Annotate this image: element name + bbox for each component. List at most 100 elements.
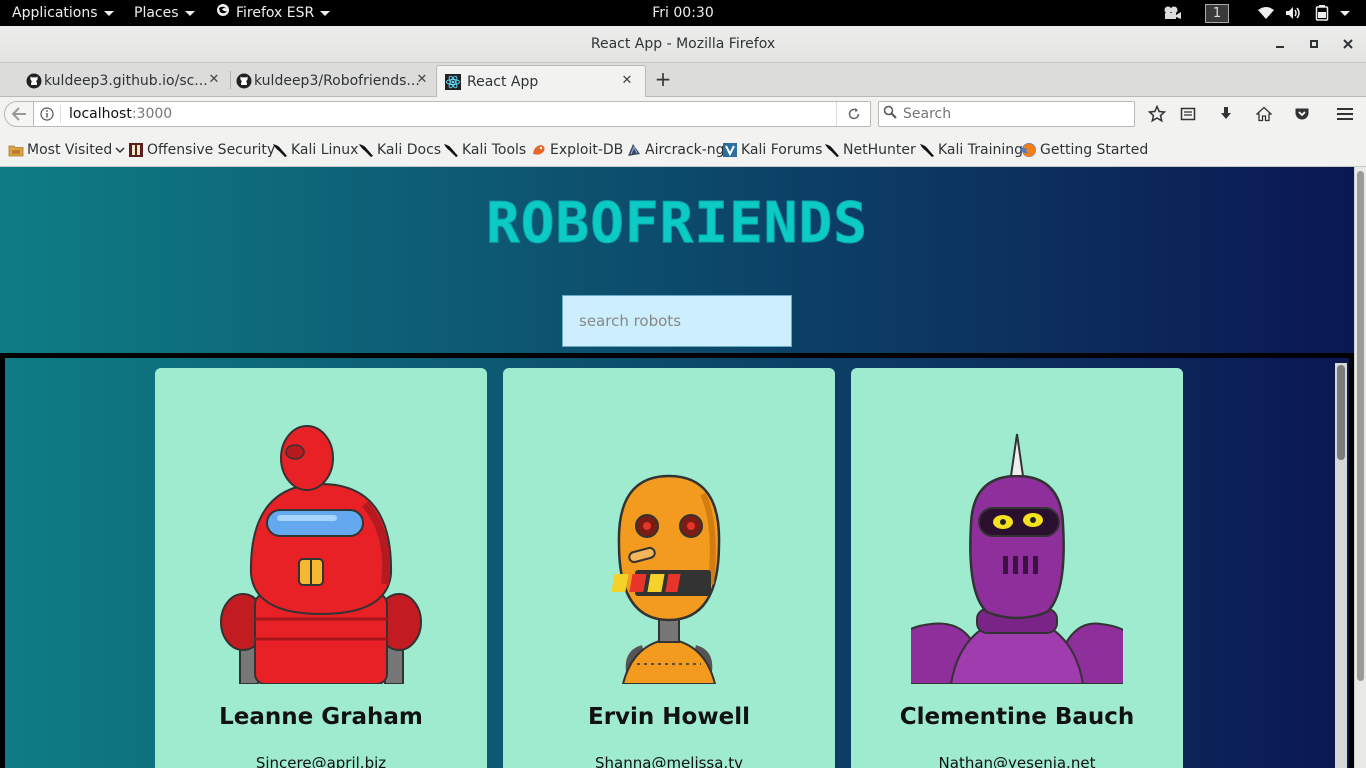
robot-email: Shanna@melissa.tv: [595, 754, 743, 768]
bookmark-label: Kali Training: [938, 142, 1023, 158]
card-scroll-container[interactable]: Leanne Graham Sincere@april.biz Ervin Ho…: [0, 353, 1354, 768]
chevron-down-icon: [184, 10, 195, 16]
video-camera-icon[interactable]: [1162, 0, 1182, 26]
page-scrollbar[interactable]: [1354, 167, 1366, 768]
page-scrollbar-thumb[interactable]: [1357, 171, 1364, 681]
card-scrollbar-thumb[interactable]: [1337, 365, 1345, 460]
github-icon: [26, 73, 42, 89]
robot-email: Sincere@april.biz: [255, 754, 387, 768]
volume-icon[interactable]: [1285, 0, 1303, 26]
tab-label: kuldeep3/Robofriends...: [254, 73, 420, 89]
chevron-down-icon: [320, 10, 331, 16]
search-icon: [883, 105, 897, 123]
applications-menu[interactable]: Applications: [12, 0, 114, 26]
home-icon[interactable]: [1252, 103, 1276, 125]
firefox-small-icon: [216, 0, 230, 26]
pocket-icon[interactable]: [1290, 103, 1314, 125]
kali-dragon-icon: [919, 142, 935, 158]
tab-react-app[interactable]: React App ✕: [436, 65, 646, 98]
close-icon[interactable]: ✕: [414, 72, 430, 88]
back-button[interactable]: [4, 101, 34, 127]
bookmark-most-visited[interactable]: Most Visited: [8, 140, 125, 160]
gnome-top-bar: Applications Places Firefox ESR Fri 00:3…: [0, 0, 1366, 26]
robot-email: Nathan@yesenia.net: [938, 754, 1096, 768]
bookmark-label: Kali Linux: [291, 142, 359, 158]
bookmark-label: Kali Forums: [741, 142, 823, 158]
bookmark-label: Offensive Security: [147, 142, 276, 158]
card-scrollbar[interactable]: [1335, 363, 1347, 768]
bookmark-aircrack-ng[interactable]: Aircrack-ng: [626, 140, 725, 160]
robot-avatar-clementine: [911, 433, 1123, 684]
bookmarks-toolbar: Most Visited Offensive Security Kali Lin…: [0, 131, 1366, 167]
tab-strip: kuldeep3.github.io/sc... ✕ kuldeep3/Robo…: [0, 63, 1366, 98]
navigation-toolbar: localhost:3000: [0, 97, 1366, 131]
bookmark-label: Aircrack-ng: [645, 142, 725, 158]
tab-label: React App: [467, 74, 539, 90]
tab-github-scratch[interactable]: kuldeep3.github.io/sc... ✕: [22, 65, 228, 97]
firefox-icon: [1021, 142, 1037, 158]
reload-icon[interactable]: [836, 102, 870, 126]
reading-list-icon[interactable]: [1176, 103, 1200, 125]
robot-name: Clementine Bauch: [899, 704, 1135, 730]
bookmark-kali-linux[interactable]: Kali Linux: [272, 140, 358, 160]
bookmark-offensive-security[interactable]: Offensive Security: [128, 140, 275, 160]
robot-search-input[interactable]: [562, 295, 792, 347]
kali-forums-icon: [722, 142, 738, 158]
search-input[interactable]: [903, 106, 1123, 122]
robot-avatar-ervin: [611, 474, 721, 684]
bookmark-nethunter[interactable]: NetHunter: [824, 140, 916, 160]
tab-github-robofriends[interactable]: kuldeep3/Robofriends... ✕: [232, 65, 436, 97]
robot-card[interactable]: Ervin Howell Shanna@melissa.tv: [503, 368, 835, 768]
places-label: Places: [134, 5, 179, 21]
offsec-icon: [128, 142, 144, 158]
chevron-down-icon: [1340, 10, 1350, 16]
minimize-button[interactable]: [1270, 34, 1290, 54]
close-icon[interactable]: ✕: [206, 72, 222, 88]
bookmark-getting-started[interactable]: Getting Started: [1021, 140, 1148, 160]
url-text[interactable]: localhost:3000: [60, 105, 172, 123]
workspace-indicator[interactable]: 1: [1205, 0, 1229, 26]
tab-label: kuldeep3.github.io/sc...: [44, 73, 208, 89]
bookmark-label: NetHunter: [843, 142, 916, 158]
bookmark-label: Kali Tools: [462, 142, 527, 158]
bookmark-kali-forums[interactable]: Kali Forums: [722, 140, 822, 160]
bookmark-label: Most Visited: [27, 142, 113, 158]
search-bar[interactable]: [878, 101, 1135, 127]
firefox-app-menu[interactable]: Firefox ESR: [216, 0, 331, 26]
window-title: React App - Mozilla Firefox: [590, 36, 776, 52]
robot-name: Leanne Graham: [219, 704, 423, 730]
bookmark-kali-docs[interactable]: Kali Docs: [358, 140, 441, 160]
close-icon[interactable]: ✕: [619, 73, 635, 89]
window-title-bar[interactable]: React App - Mozilla Firefox: [0, 26, 1366, 63]
card-list: Leanne Graham Sincere@april.biz Ervin Ho…: [155, 368, 1354, 768]
new-tab-button[interactable]: +: [652, 68, 674, 90]
url-bar[interactable]: localhost:3000: [33, 101, 871, 127]
robot-card[interactable]: Clementine Bauch Nathan@yesenia.net: [851, 368, 1183, 768]
hamburger-menu-icon[interactable]: [1333, 103, 1357, 125]
maximize-button[interactable]: [1304, 34, 1324, 54]
applications-label: Applications: [12, 5, 98, 21]
robot-avatar-leanne: [220, 425, 422, 684]
react-icon: [445, 74, 461, 90]
page-title: ROBOFRIENDS: [486, 191, 868, 257]
bookmark-label: Getting Started: [1040, 142, 1149, 158]
battery-icon[interactable]: [1315, 0, 1329, 26]
wifi-icon[interactable]: [1258, 0, 1274, 26]
clock[interactable]: Fri 00:30: [652, 0, 713, 26]
download-icon[interactable]: [1214, 103, 1238, 125]
places-menu[interactable]: Places: [134, 0, 195, 26]
kali-dragon-icon: [358, 142, 374, 158]
chevron-down-icon: [103, 10, 114, 16]
aircrack-icon: [626, 142, 642, 158]
close-window-button[interactable]: [1338, 34, 1358, 54]
bookmark-exploit-db[interactable]: Exploit-DB: [531, 140, 623, 160]
info-icon[interactable]: [34, 107, 60, 121]
github-icon: [236, 73, 252, 89]
kali-dragon-icon: [272, 142, 288, 158]
kali-dragon-icon: [443, 142, 459, 158]
bookmark-kali-training[interactable]: Kali Training: [919, 140, 1023, 160]
bookmark-kali-tools[interactable]: Kali Tools: [443, 140, 526, 160]
bookmark-star-icon[interactable]: [1145, 103, 1169, 125]
system-menu[interactable]: [1340, 0, 1350, 26]
robot-card[interactable]: Leanne Graham Sincere@april.biz: [155, 368, 487, 768]
